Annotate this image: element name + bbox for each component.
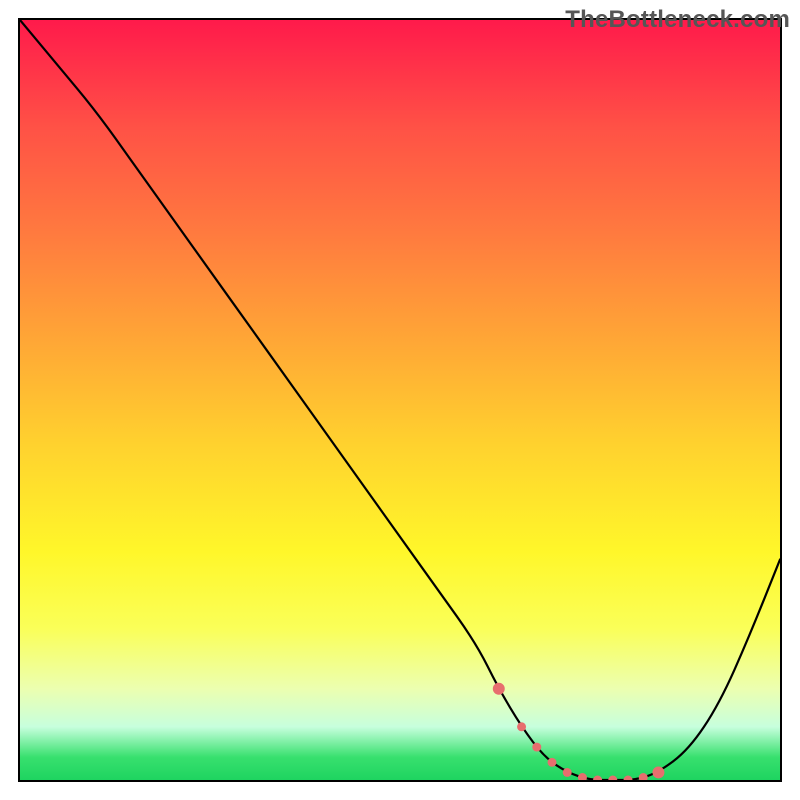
curve-layer [20,20,780,780]
marker-point [563,768,572,777]
marker-point [578,773,587,780]
marker-point [593,776,602,780]
bottleneck-curve [20,20,780,780]
optimal-range-markers [493,683,665,780]
chart-container: TheBottleneck.com [0,0,800,800]
watermark-text: TheBottleneck.com [565,6,790,34]
marker-point [532,743,541,752]
marker-point [493,683,505,695]
marker-point [517,722,526,731]
marker-point [548,758,557,767]
plot-area [18,18,782,782]
marker-point [608,776,617,780]
marker-point [652,766,664,778]
marker-point [624,776,633,780]
marker-point [639,773,648,780]
